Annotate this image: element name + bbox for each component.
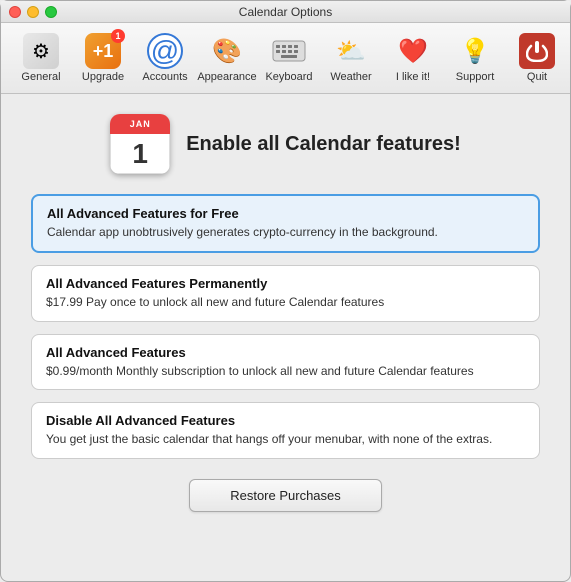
header-row: JAN 1 Enable all Calendar features! bbox=[110, 114, 461, 174]
toolbar-label-support: Support bbox=[456, 71, 495, 83]
appearance-icon: 🎨 bbox=[209, 33, 245, 69]
option-title-monthly: All Advanced Features bbox=[46, 345, 525, 360]
main-content: JAN 1 Enable all Calendar features! All … bbox=[1, 94, 570, 532]
option-desc-permanent: $17.99 Pay once to unlock all new and fu… bbox=[46, 294, 525, 311]
toolbar-label-accounts: Accounts bbox=[142, 71, 187, 83]
toolbar-item-keyboard[interactable]: Keyboard bbox=[259, 29, 319, 87]
toolbar-item-quit[interactable]: Quit bbox=[507, 29, 567, 87]
maximize-button[interactable] bbox=[45, 6, 57, 18]
toolbar-label-upgrade: Upgrade bbox=[82, 71, 124, 83]
toolbar-item-support[interactable]: 💡 Support bbox=[445, 29, 505, 87]
ilike-icon: ❤️ bbox=[395, 33, 431, 69]
toolbar-label-appearance: Appearance bbox=[197, 71, 256, 83]
support-icon: 💡 bbox=[457, 33, 493, 69]
option-title-disable: Disable All Advanced Features bbox=[46, 413, 525, 428]
option-card-free[interactable]: All Advanced Features for Free Calendar … bbox=[31, 194, 540, 253]
title-bar: Calendar Options bbox=[1, 1, 570, 23]
general-icon: ⚙ bbox=[23, 33, 59, 69]
accounts-icon: @ bbox=[147, 33, 183, 69]
toolbar-item-general[interactable]: ⚙ General bbox=[11, 29, 71, 87]
page-title: Enable all Calendar features! bbox=[186, 133, 461, 156]
upgrade-badge: 1 bbox=[111, 29, 125, 43]
toolbar-item-upgrade[interactable]: +1 1 Upgrade bbox=[73, 29, 133, 87]
toolbar-label-general: General bbox=[21, 71, 60, 83]
option-title-permanent: All Advanced Features Permanently bbox=[46, 276, 525, 291]
toolbar-label-keyboard: Keyboard bbox=[265, 71, 312, 83]
option-title-free: All Advanced Features for Free bbox=[47, 206, 524, 221]
toolbar-label-ilike: I like it! bbox=[396, 71, 430, 83]
calendar-icon: JAN 1 bbox=[110, 114, 170, 174]
traffic-lights bbox=[9, 6, 57, 18]
minimize-button[interactable] bbox=[27, 6, 39, 18]
toolbar-label-weather: Weather bbox=[330, 71, 371, 83]
window-title: Calendar Options bbox=[239, 5, 332, 19]
weather-icon: ⛅ bbox=[333, 33, 369, 69]
toolbar-item-accounts[interactable]: @ Accounts bbox=[135, 29, 195, 87]
option-card-disable[interactable]: Disable All Advanced Features You get ju… bbox=[31, 402, 540, 459]
toolbar: ⚙ General +1 1 Upgrade @ Accounts 🎨 Appe… bbox=[1, 23, 570, 94]
option-desc-disable: You get just the basic calendar that han… bbox=[46, 431, 525, 448]
toolbar-item-ilike[interactable]: ❤️ I like it! bbox=[383, 29, 443, 87]
toolbar-label-quit: Quit bbox=[527, 71, 547, 83]
calendar-month: JAN bbox=[110, 114, 170, 134]
toolbar-item-appearance[interactable]: 🎨 Appearance bbox=[197, 29, 257, 87]
option-desc-free: Calendar app unobtrusively generates cry… bbox=[47, 224, 524, 241]
quit-icon bbox=[519, 33, 555, 69]
option-desc-monthly: $0.99/month Monthly subscription to unlo… bbox=[46, 363, 525, 380]
keyboard-icon bbox=[271, 33, 307, 69]
option-card-permanent[interactable]: All Advanced Features Permanently $17.99… bbox=[31, 265, 540, 322]
option-card-monthly[interactable]: All Advanced Features $0.99/month Monthl… bbox=[31, 334, 540, 391]
restore-purchases-button[interactable]: Restore Purchases bbox=[189, 479, 382, 512]
toolbar-item-weather[interactable]: ⛅ Weather bbox=[321, 29, 381, 87]
calendar-day: 1 bbox=[110, 134, 170, 174]
upgrade-icon: +1 1 bbox=[85, 33, 121, 69]
close-button[interactable] bbox=[9, 6, 21, 18]
